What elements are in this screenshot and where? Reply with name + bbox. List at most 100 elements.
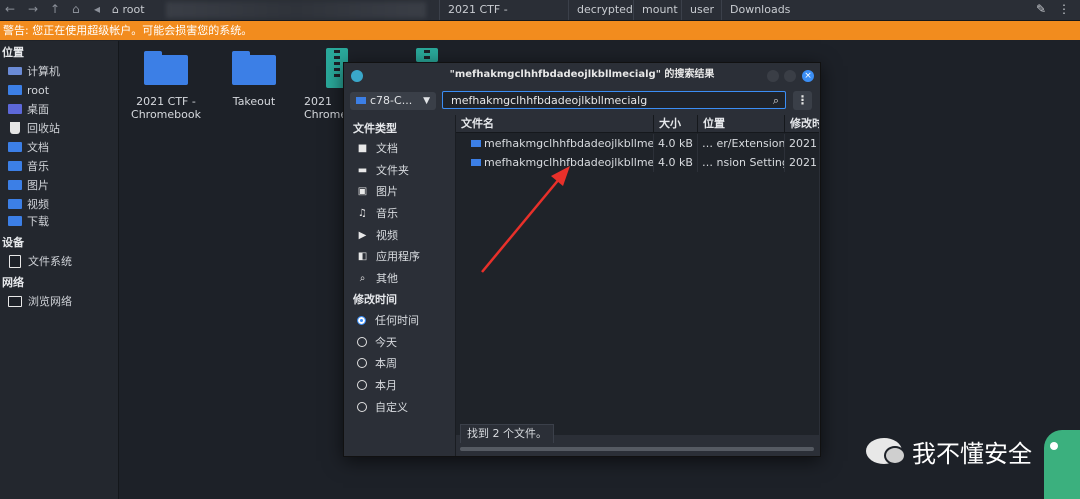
folder-icon — [8, 85, 22, 95]
sidebar-item-videos[interactable]: 视频 — [8, 195, 49, 213]
filter-today[interactable]: 今天 — [357, 333, 397, 351]
desktop-icon — [8, 104, 22, 114]
folder-icon — [8, 142, 22, 152]
filter-this-week[interactable]: 本周 — [357, 354, 397, 372]
folder-icon — [8, 199, 22, 209]
computer-icon — [8, 67, 22, 75]
search-icon: ⌕ — [359, 272, 366, 284]
breadcrumb-user[interactable]: user — [681, 0, 721, 20]
sidebar-heading-places: 位置 — [2, 46, 24, 59]
scroll-left-icon[interactable]: ◂ — [94, 2, 100, 16]
drive-icon — [9, 254, 21, 268]
sidebar-heading-devices: 设备 — [2, 236, 24, 249]
folder-icon — [471, 159, 481, 166]
maximize-button[interactable] — [784, 70, 796, 82]
filter-custom[interactable]: 自定义 — [357, 398, 408, 416]
home-icon[interactable]: ⌂ — [72, 2, 80, 16]
folder-icon — [471, 140, 481, 147]
caret-down-icon: ▼ — [423, 96, 430, 106]
filter-pictures[interactable]: ▣ 图片 — [357, 182, 398, 200]
table-row[interactable]: mefhakmgclhhfbdadeojlkbllmecialg 4.0 kB … — [456, 153, 819, 172]
location-dropdown[interactable]: c78-C... ▼ — [350, 92, 436, 110]
sidebar-item-desktop[interactable]: 桌面 — [8, 100, 49, 118]
filter-videos[interactable]: ▶ 视频 — [357, 226, 398, 244]
back-arrow-icon[interactable]: ← — [5, 2, 15, 16]
search-input[interactable]: mefhakmgclhhfbdadeojlkbllmecialg ⌕ — [442, 91, 786, 109]
watermark: 我不懂安全 — [866, 434, 1032, 468]
application-icon: ◧ — [357, 250, 368, 262]
folder-icon[interactable] — [232, 51, 276, 85]
sidebar-item-documents[interactable]: 文档 — [8, 138, 49, 156]
breadcrumb-downloads[interactable]: Downloads — [721, 0, 795, 20]
filter-documents[interactable]: ■ 文档 — [357, 139, 398, 157]
sidebar-item-trash[interactable]: 回收站 — [8, 119, 60, 137]
dialog-title: "mefhakmgclhhfbdadeojlkbllmecialg" 的搜索结果 — [449, 69, 715, 80]
sidebar-item-music[interactable]: 音乐 — [8, 157, 49, 175]
filter-folders[interactable]: ▬ 文件夹 — [357, 161, 409, 179]
picture-icon: ▣ — [357, 185, 368, 197]
wechat-icon — [866, 438, 906, 465]
folder-icon — [8, 180, 22, 190]
forward-arrow-icon[interactable]: → — [28, 2, 38, 16]
mascot-icon — [1044, 430, 1080, 499]
column-name[interactable]: 文件名 — [456, 115, 654, 132]
sidebar-item-root[interactable]: root — [8, 81, 49, 99]
breadcrumb-ctf[interactable]: 2021 CTF - Chromebook — [439, 0, 568, 36]
breadcrumb-mount[interactable]: mount — [633, 0, 681, 20]
results-table: 文件名 大小 位置 修改时 mefhakmgclhhfbdadeojlkbllm… — [456, 115, 819, 435]
column-size[interactable]: 大小 — [654, 115, 698, 132]
filter-panel: 文件类型 ■ 文档 ▬ 文件夹 ▣ 图片 ♫ 音乐 ▶ 视频 ◧ 应用程序 ⌕ 其他 修改时间… — [344, 115, 456, 456]
filter-this-month[interactable]: 本月 — [357, 376, 397, 394]
up-arrow-icon[interactable]: ↑ — [50, 2, 60, 16]
more-icon[interactable]: ⋮ — [1058, 2, 1070, 16]
file-label[interactable]: 2021 Chrome — [304, 95, 343, 121]
filter-music[interactable]: ♫ 音乐 — [357, 204, 398, 222]
horizontal-scrollbar[interactable] — [460, 447, 814, 451]
download-folder-icon — [8, 216, 22, 226]
filter-heading-type: 文件类型 — [353, 122, 397, 135]
clock-icon — [357, 402, 367, 412]
folder-icon: ▬ — [357, 164, 368, 176]
filter-any-time[interactable]: 任何时间 — [357, 311, 419, 329]
minimize-button[interactable] — [767, 70, 779, 82]
status-text: 找到 2 个文件。 — [460, 424, 554, 443]
folder-icon — [8, 161, 22, 171]
network-icon — [8, 295, 22, 307]
trash-icon — [10, 122, 20, 134]
filter-applications[interactable]: ◧ 应用程序 — [357, 247, 420, 265]
file-label[interactable]: Takeout — [219, 95, 289, 108]
search-icon[interactable]: ⌕ — [773, 92, 779, 110]
path-bar: ← → ↑ ⌂ ◂ ⌂ root 2021 CTF - Chromebook d… — [0, 0, 1080, 36]
clock-icon — [357, 358, 367, 368]
filter-other[interactable]: ⌕ 其他 — [357, 269, 398, 287]
sidebar-item-downloads[interactable]: 下载 — [8, 212, 49, 230]
folder-icon[interactable] — [144, 51, 188, 85]
column-modified[interactable]: 修改时 — [785, 115, 819, 132]
redacted-breadcrumb — [166, 2, 426, 18]
column-location[interactable]: 位置 — [698, 115, 785, 132]
radio-selected-icon — [357, 315, 366, 325]
watermark-text: 我不懂安全 — [912, 439, 1032, 468]
table-row[interactable]: mefhakmgclhhfbdadeojlkbllmecialg 4.0 kB … — [456, 134, 819, 153]
filter-heading-time: 修改时间 — [353, 293, 397, 306]
places-sidebar: 位置 计算机 root 桌面 回收站 文档 音乐 图片 视频 下载 设备 文件系… — [0, 41, 119, 499]
edit-path-icon[interactable]: ✎ — [1036, 2, 1046, 16]
sidebar-item-browse-network[interactable]: 浏览网络 — [8, 292, 72, 310]
sidebar-heading-network: 网络 — [2, 276, 24, 289]
clock-icon — [357, 380, 367, 390]
dialog-menu-button[interactable]: ⋮ — [793, 91, 812, 110]
superuser-warning: 警告: 您正在使用超级帐户。可能会损害您的系统。 — [0, 21, 1080, 40]
sidebar-item-filesystem[interactable]: 文件系统 — [8, 252, 72, 270]
file-label[interactable]: 2021 CTF - Chromebook — [124, 95, 208, 121]
close-button[interactable]: × — [802, 70, 814, 82]
video-icon: ▶ — [358, 229, 367, 241]
archive-icon[interactable] — [416, 48, 438, 80]
breadcrumb-decrypted[interactable]: decrypted — [568, 0, 633, 20]
folder-icon — [356, 97, 366, 104]
breadcrumb-root[interactable]: ⌂ root — [104, 0, 153, 20]
sidebar-item-computer[interactable]: 计算机 — [8, 62, 60, 80]
music-icon: ♫ — [358, 207, 367, 219]
sidebar-item-pictures[interactable]: 图片 — [8, 176, 49, 194]
search-results-dialog: "mefhakmgclhhfbdadeojlkbllmecialg" 的搜索结果… — [343, 62, 821, 457]
home-icon: ⌂ — [112, 3, 123, 16]
